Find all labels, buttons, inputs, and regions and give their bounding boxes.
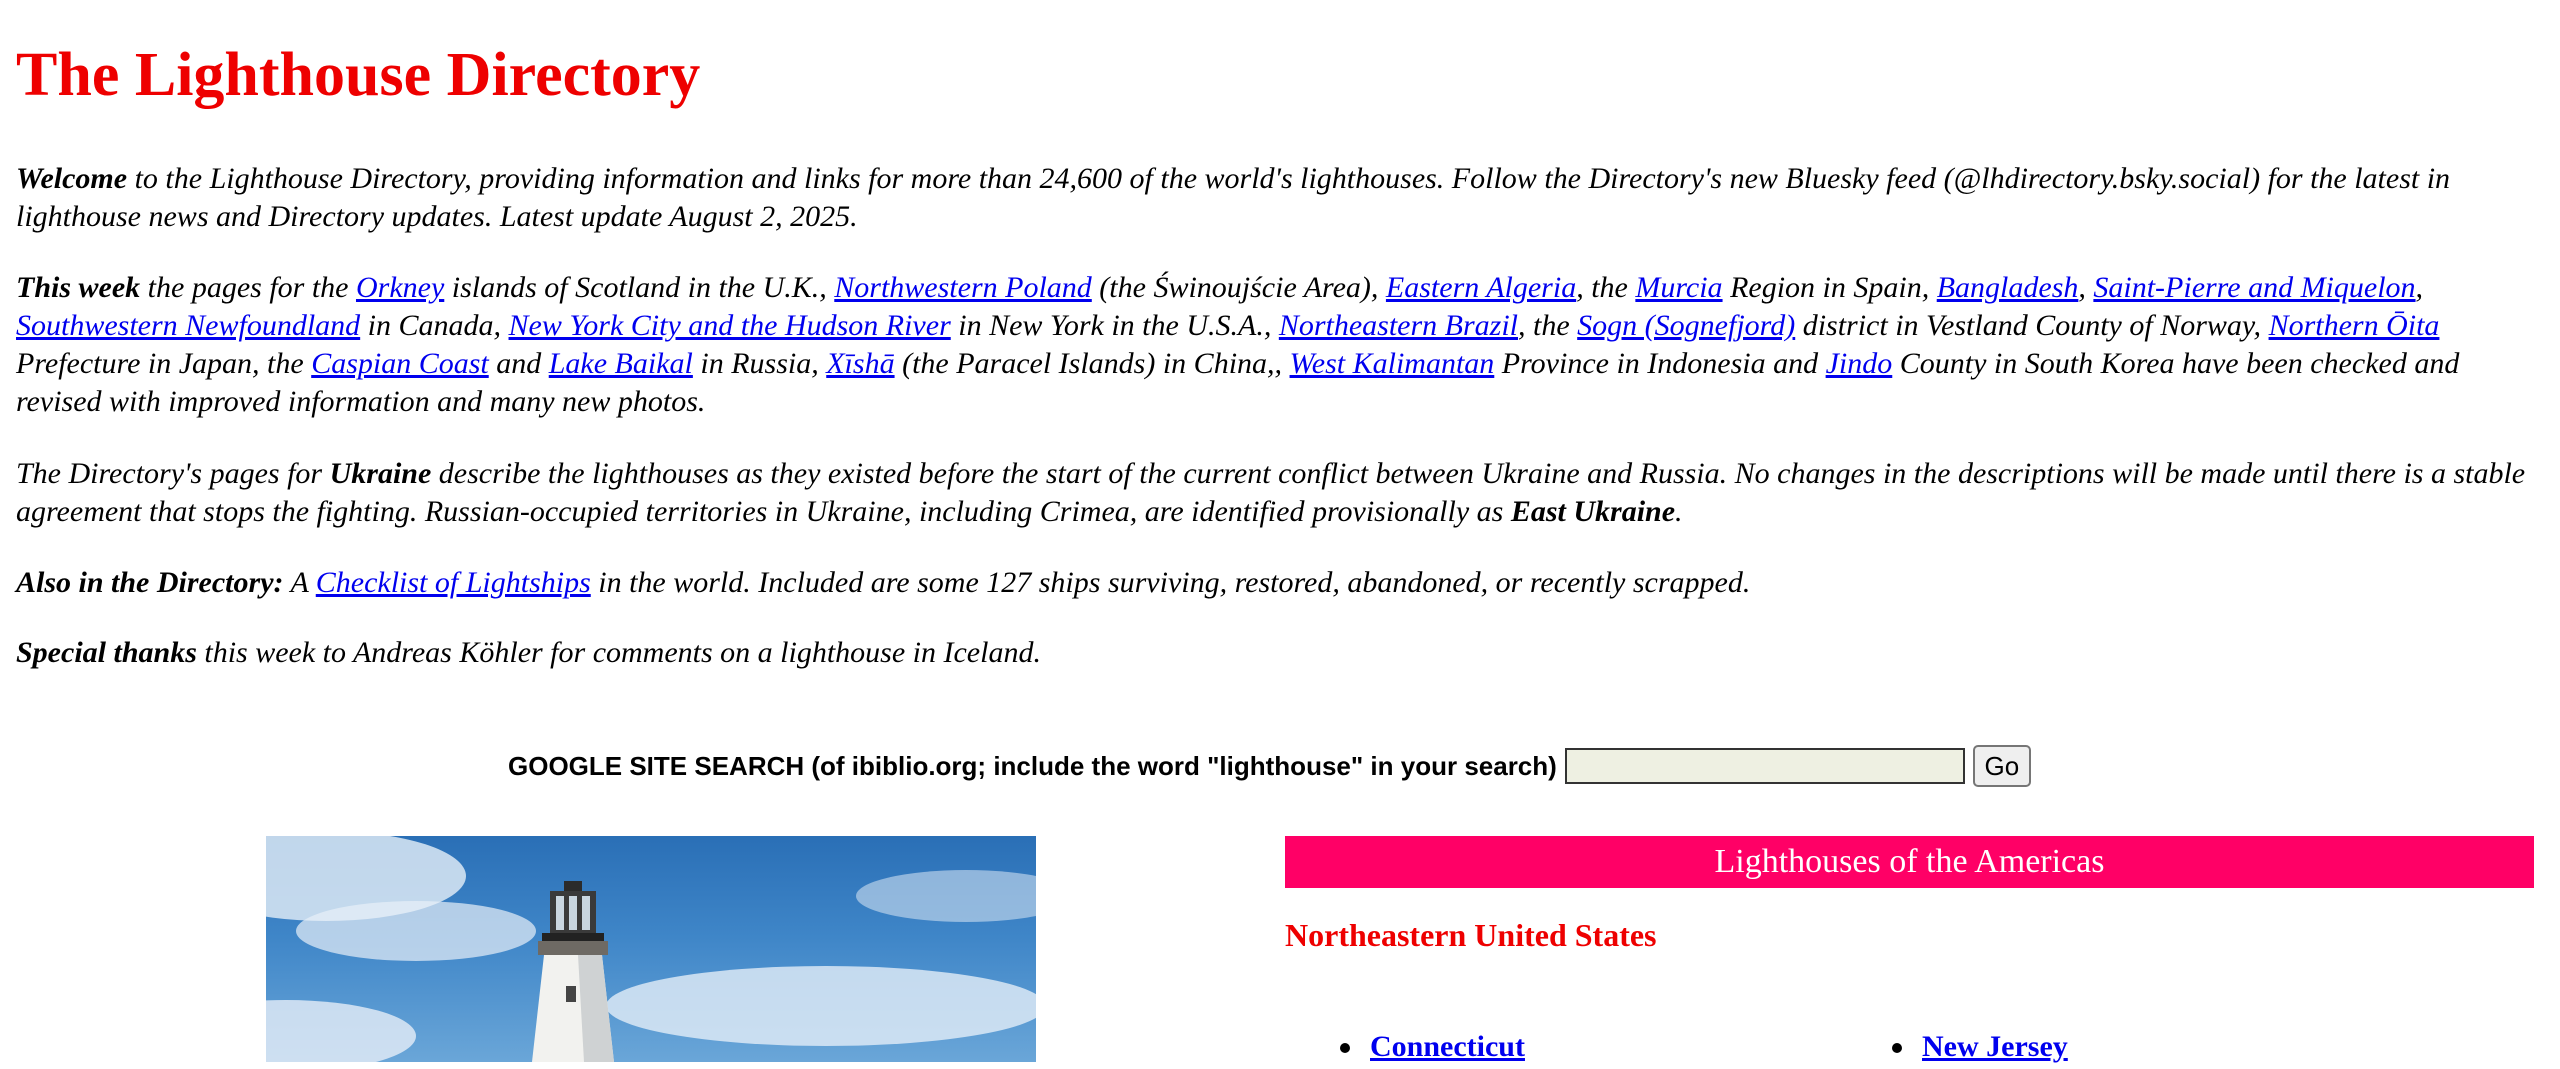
this-week-text: Province in Indonesia and (1494, 347, 1826, 380)
ukraine-text: . (1675, 495, 1683, 528)
this-week-text: district in Vestland County of Norway, (1795, 309, 2269, 342)
thanks-lead: Special thanks (16, 636, 197, 669)
also-text: in the world. Included are some 127 ship… (590, 566, 1751, 599)
link-jindo[interactable]: Jindo (1826, 347, 1893, 380)
state-link[interactable]: Connecticut (1370, 1030, 1525, 1063)
this-week-paragraph: This week the pages for the Orkney islan… (16, 269, 2546, 421)
page-title: The Lighthouse Directory (16, 41, 701, 109)
this-week-text: islands of Scotland in the U.K., (444, 271, 835, 304)
search-input[interactable] (1564, 748, 1965, 784)
link-murcia[interactable]: Murcia (1635, 271, 1722, 304)
this-week-lead: This week (16, 271, 141, 304)
east-ukraine-bold: East Ukraine (1510, 495, 1676, 528)
thanks-paragraph: Special thanks this week to Andreas Köhl… (16, 634, 2546, 672)
also-paragraph: Also in the Directory: A Checklist of Li… (16, 564, 2546, 602)
go-button[interactable]: Go (1972, 745, 2031, 787)
link-west-kalimantan[interactable]: West Kalimantan (1290, 347, 1495, 380)
this-week-text: , the (1576, 271, 1636, 304)
this-week-text: Region in Spain, (1722, 271, 1937, 304)
ukraine-text: The Directory's pages for (16, 457, 330, 490)
link-southwestern-newfoundland[interactable]: Southwestern Newfoundland (16, 309, 360, 342)
welcome-lead: Welcome (16, 162, 128, 195)
link-northwestern-poland[interactable]: Northwestern Poland (834, 271, 1092, 304)
americas-header: Lighthouses of the Americas (1285, 836, 2534, 888)
this-week-text: (the Świnoujście Area), (1091, 271, 1386, 304)
this-week-text: Prefecture in Japan, the (16, 347, 312, 380)
this-week-text: in Canada, (360, 309, 509, 342)
this-week-text: the pages for the (140, 271, 356, 304)
site-search: GOOGLE SITE SEARCH (of ibiblio.org; incl… (508, 745, 2031, 787)
northeastern-us-heading: Northeastern United States (1285, 917, 1657, 953)
this-week-text: , (2415, 271, 2424, 304)
link-sogn[interactable]: Sogn (Sognefjord) (1577, 309, 1795, 342)
this-week-text: in New York in the U.S.A., (950, 309, 1279, 342)
this-week-text: and (488, 347, 549, 380)
link-xisha[interactable]: Xīshā (826, 347, 894, 380)
link-checklist-lightships[interactable]: Checklist of Lightships (316, 566, 591, 599)
this-week-text: , (2078, 271, 2094, 304)
link-bangladesh[interactable]: Bangladesh (1937, 271, 2079, 304)
link-northeastern-brazil[interactable]: Northeastern Brazil (1279, 309, 1518, 342)
link-caspian-coast[interactable]: Caspian Coast (311, 347, 489, 380)
welcome-paragraph: Welcome to the Lighthouse Directory, pro… (16, 160, 2546, 236)
welcome-text: to the Lighthouse Directory, providing i… (16, 162, 2451, 233)
lighthouse-photo (266, 836, 1036, 1062)
lighthouse-image (266, 836, 1036, 1062)
this-week-text: (the Paracel Islands) in China,, (894, 347, 1290, 380)
state-list-right: New Jersey (1886, 1025, 2068, 1069)
link-orkney[interactable]: Orkney (356, 271, 444, 304)
link-lake-baikal[interactable]: Lake Baikal (549, 347, 693, 380)
also-lead: Also in the Directory: (16, 566, 284, 599)
ukraine-paragraph: The Directory's pages for Ukraine descri… (16, 455, 2546, 531)
list-item: Connecticut (1334, 1025, 1525, 1069)
list-item: New Jersey (1886, 1025, 2068, 1069)
search-label: GOOGLE SITE SEARCH (of ibiblio.org; incl… (508, 750, 1557, 781)
state-list-left: Connecticut (1334, 1025, 1525, 1069)
this-week-text: in Russia, (692, 347, 827, 380)
link-eastern-algeria[interactable]: Eastern Algeria (1386, 271, 1576, 304)
this-week-text: , the (1518, 309, 1578, 342)
link-saint-pierre-miquelon[interactable]: Saint-Pierre and Miquelon (2093, 271, 2415, 304)
state-link[interactable]: New Jersey (1922, 1030, 2068, 1063)
link-new-york-city-hudson[interactable]: New York City and the Hudson River (509, 309, 951, 342)
link-northern-oita[interactable]: Northern Ōita (2269, 309, 2440, 342)
ukraine-bold: Ukraine (329, 457, 432, 490)
thanks-text: this week to Andreas Köhler for comments… (196, 636, 1041, 669)
also-text: A (283, 566, 316, 599)
